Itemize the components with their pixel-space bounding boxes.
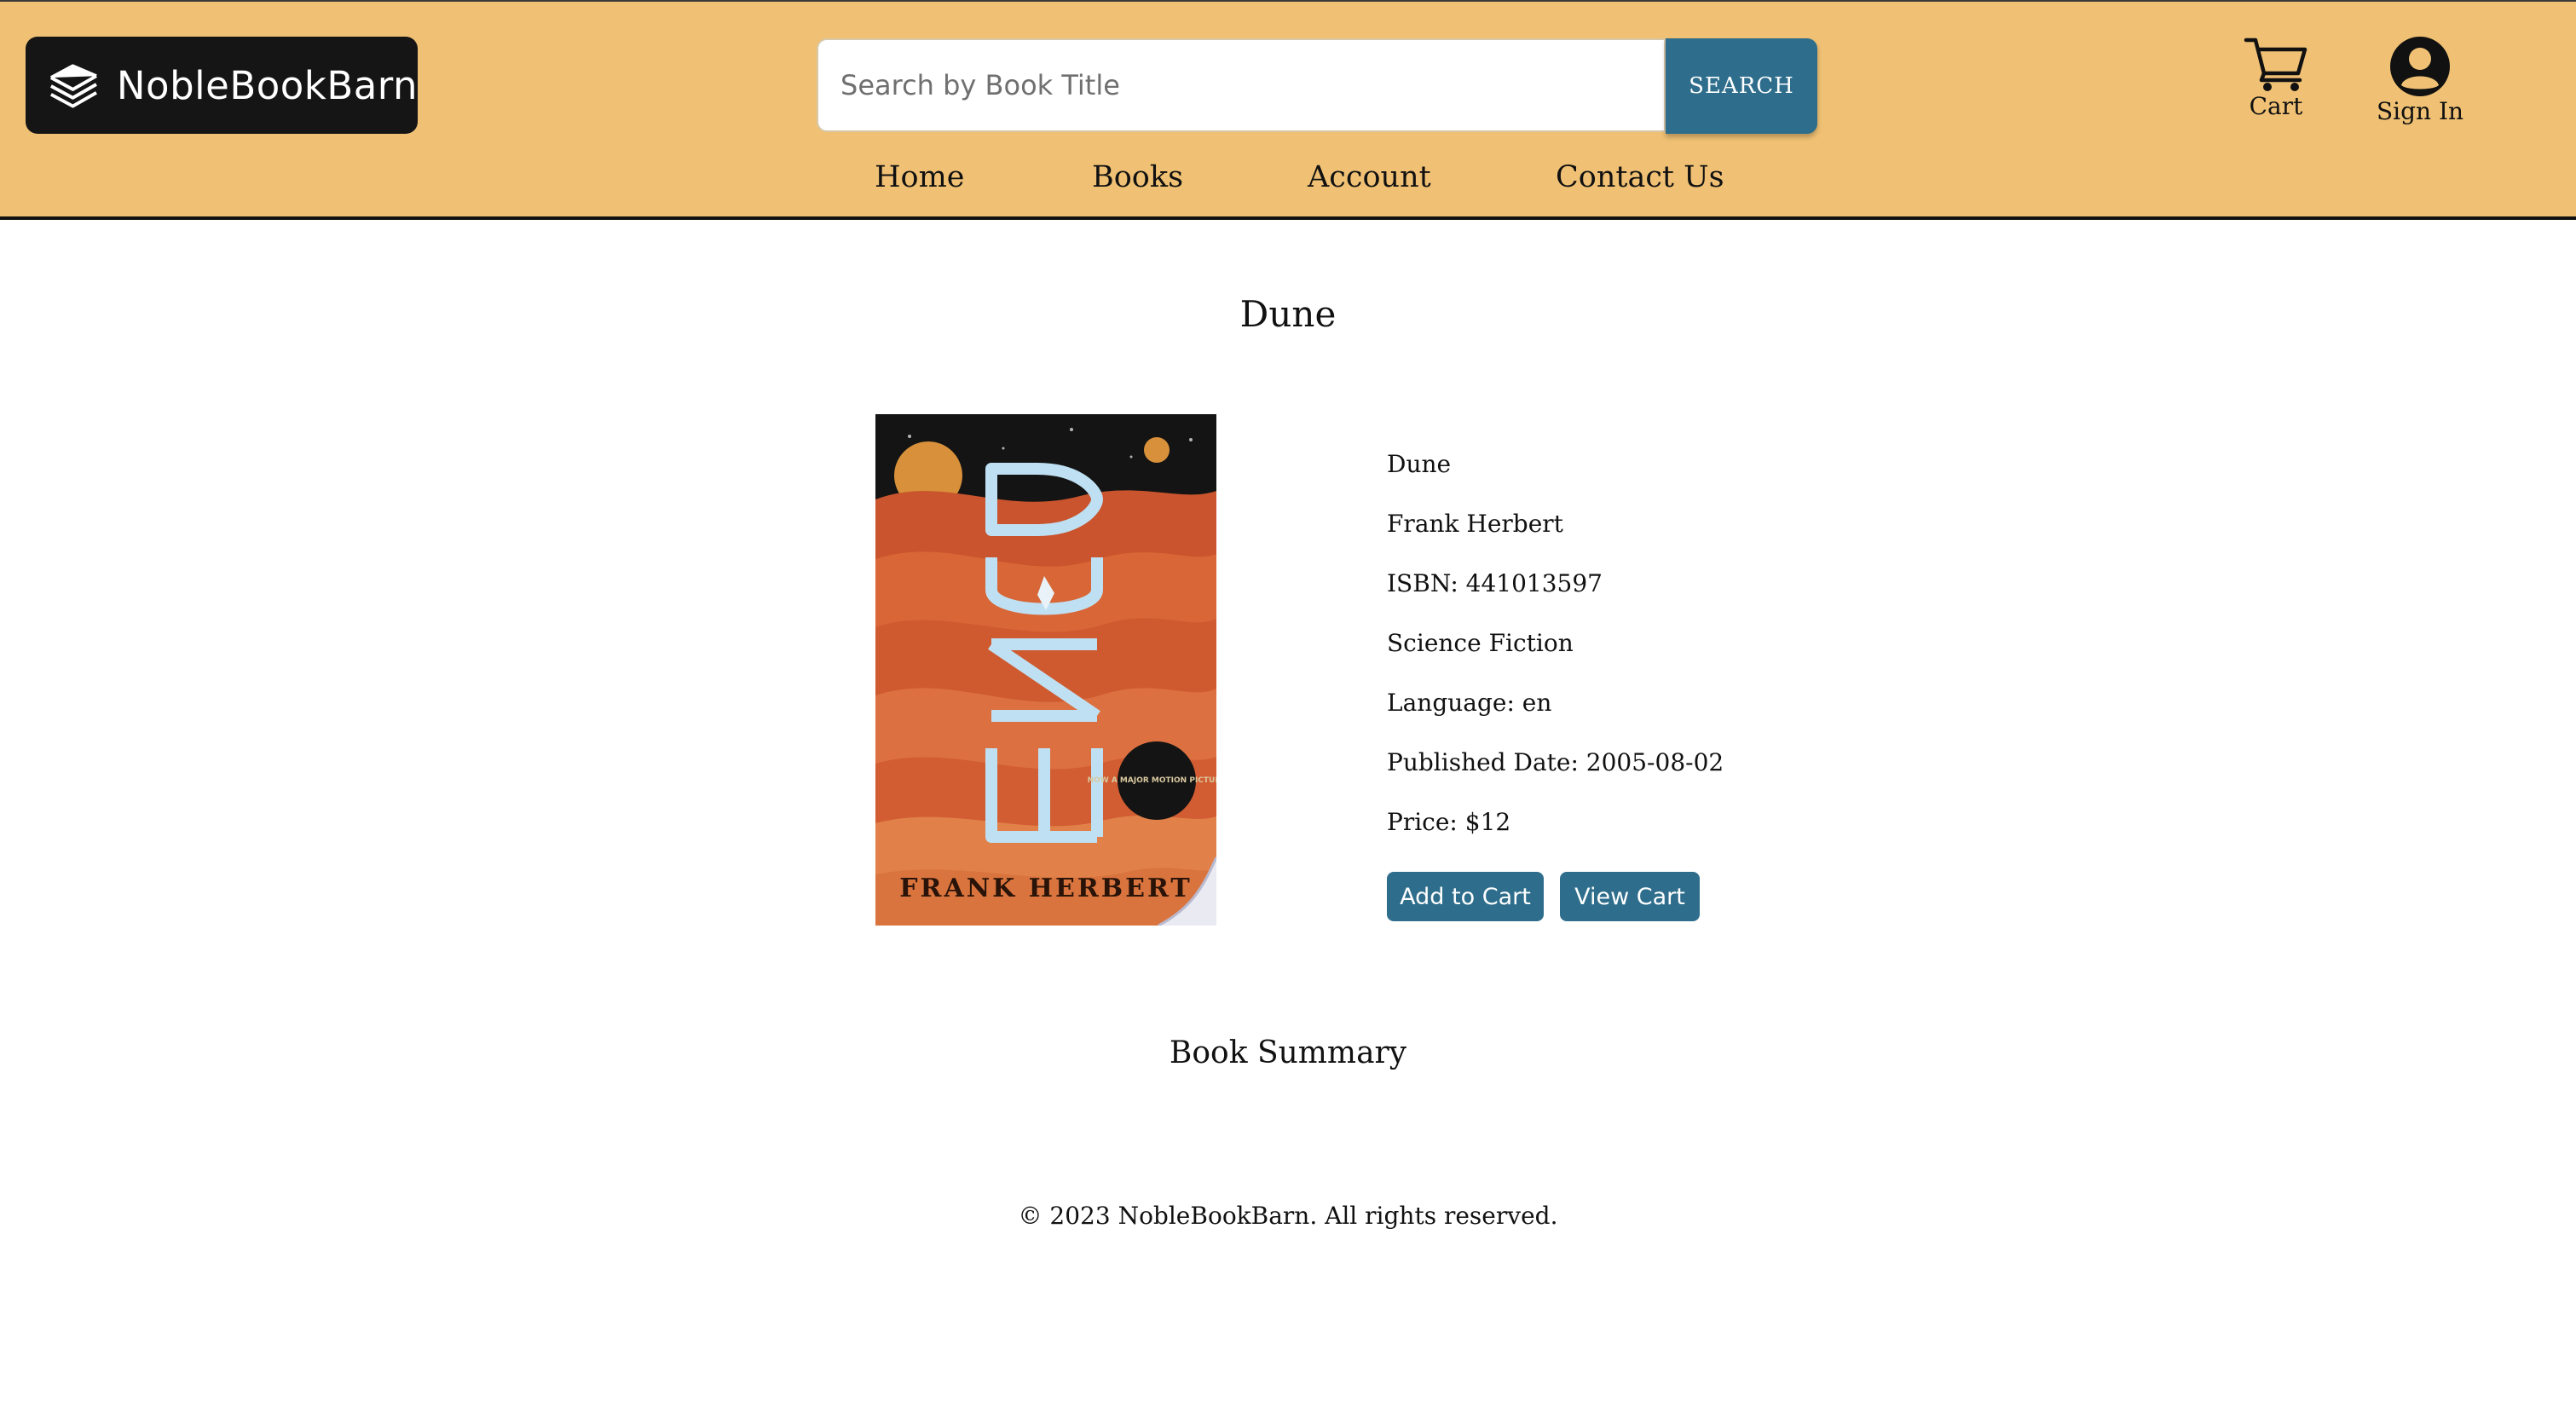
cart-link[interactable]: Cart <box>2242 36 2310 120</box>
nav-contact-us[interactable]: Contact Us <box>1556 160 1724 194</box>
footer-copyright: © 2023 NobleBookBarn. All rights reserve… <box>1018 1202 1558 1230</box>
add-to-cart-button[interactable]: Add to Cart <box>1387 872 1544 921</box>
user-avatar-icon <box>2390 37 2450 96</box>
logo-text: NobleBookBarn <box>116 62 418 108</box>
cover-author-text: FRANK HERBERT <box>899 874 1193 903</box>
nav-home[interactable]: Home <box>875 160 965 194</box>
book-author: Frank Herbert <box>1387 510 1563 538</box>
nav-account[interactable]: Account <box>1308 160 1431 194</box>
view-cart-button[interactable]: View Cart <box>1560 872 1700 921</box>
book-published-date: Published Date: 2005-08-02 <box>1387 748 1724 776</box>
cart-icon <box>2244 37 2307 91</box>
books-stack-icon <box>49 64 97 108</box>
book-title: Dune <box>1387 450 1452 478</box>
search-input[interactable] <box>817 38 1666 132</box>
page-title: Dune <box>1239 293 1337 335</box>
book-genre: Science Fiction <box>1387 629 1574 657</box>
book-cover-image: NOW A MAJOR MOTION PICTURE FRANK HERBERT <box>875 414 1216 926</box>
search-button[interactable]: SEARCH <box>1666 38 1817 134</box>
book-summary-heading: Book Summary <box>1169 1035 1407 1070</box>
cart-label: Cart <box>2249 92 2303 120</box>
site-logo[interactable]: NobleBookBarn <box>26 37 418 134</box>
book-price: Price: $12 <box>1387 808 1511 836</box>
book-language: Language: en <box>1387 689 1552 717</box>
search-bar: SEARCH <box>817 38 1817 134</box>
nav-books[interactable]: Books <box>1092 160 1183 194</box>
sign-in-link[interactable]: Sign In <box>2373 36 2467 125</box>
main-nav: Home Books Account Contact Us <box>0 155 2576 206</box>
cover-badge-text: NOW A MAJOR MOTION PICTURE <box>1088 776 1216 785</box>
site-header: NobleBookBarn SEARCH Cart Sign In Home B… <box>0 0 2576 220</box>
book-isbn: ISBN: 441013597 <box>1387 569 1603 597</box>
sign-in-label: Sign In <box>2376 97 2464 125</box>
